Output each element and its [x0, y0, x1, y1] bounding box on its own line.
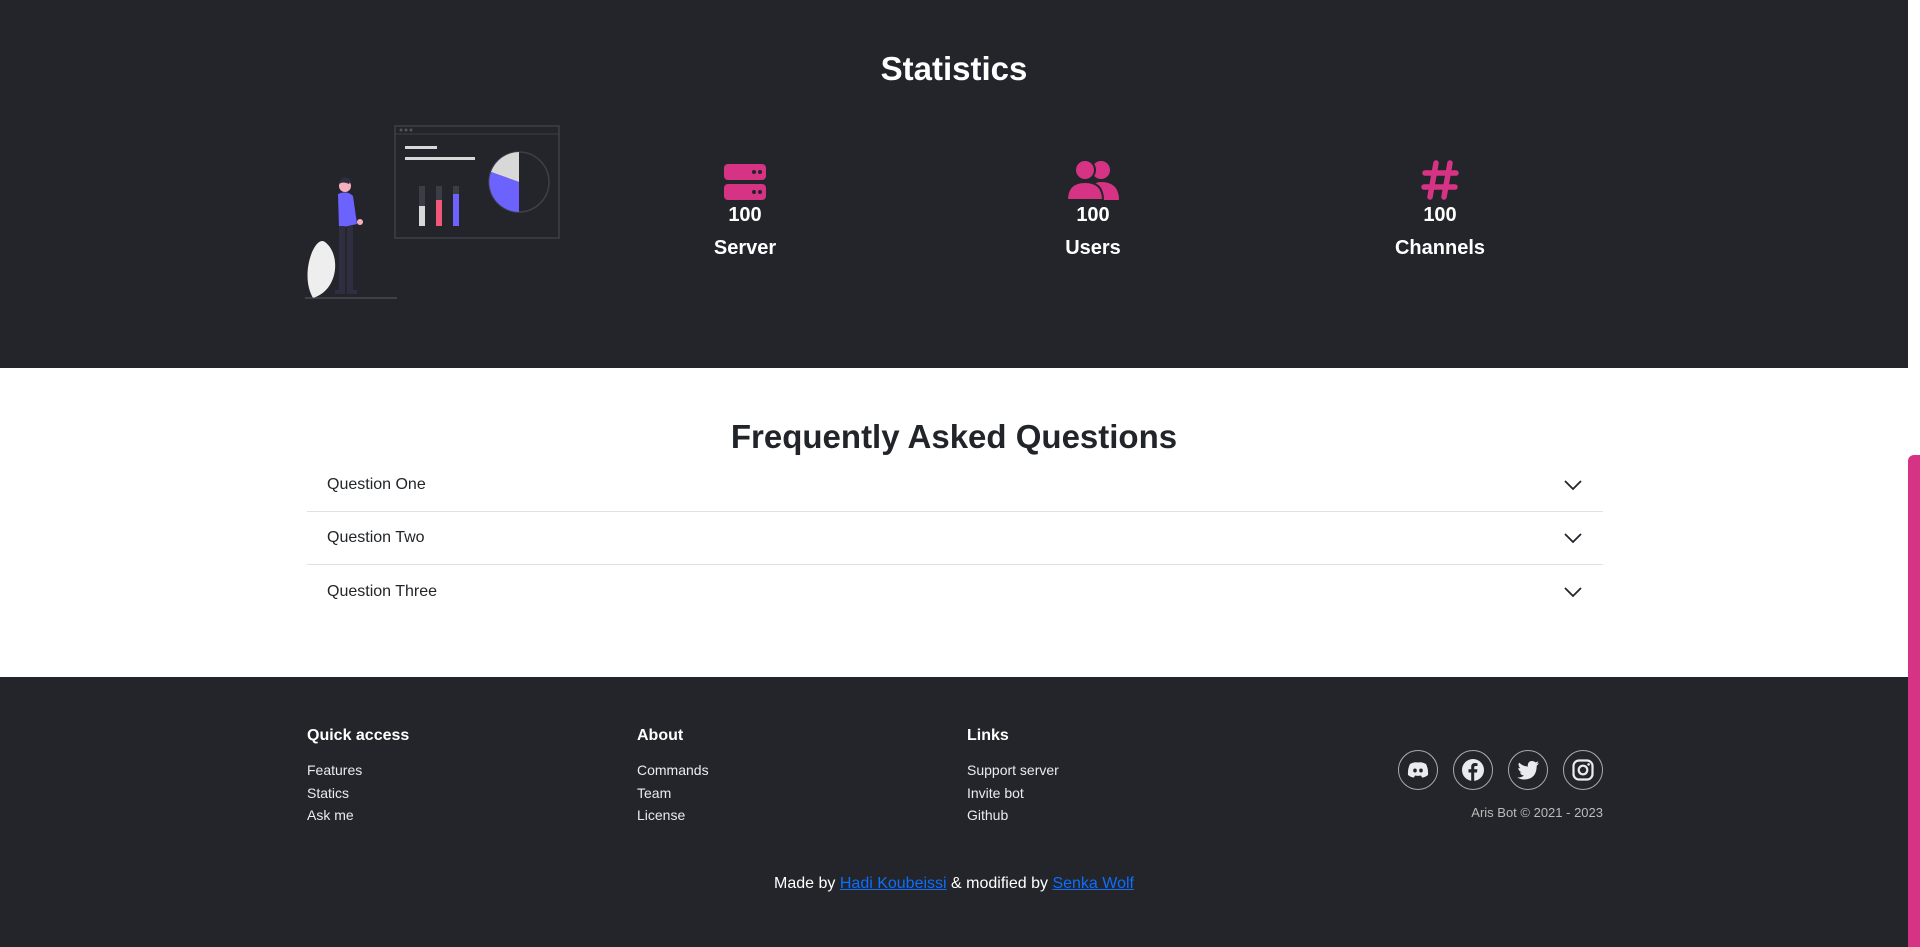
server-icon	[645, 158, 845, 200]
faq-accordion: Question One Question Two Question Three	[307, 459, 1603, 618]
faq-question-label: Question One	[327, 476, 426, 493]
faq-question-three[interactable]: Question Three	[307, 565, 1603, 618]
made-by-prefix: Made by	[774, 875, 836, 892]
facebook-button[interactable]	[1453, 750, 1493, 790]
modified-by-text: & modified by	[951, 875, 1048, 892]
faq-question-label: Question Two	[327, 529, 425, 546]
stat-users-value: 100	[1076, 204, 1110, 226]
footer-quick-access: Quick access Features Statics Ask me	[307, 727, 409, 827]
stat-channels-label: Channels	[1394, 237, 1486, 259]
stat-channels: 100 Channels	[1340, 158, 1540, 260]
hashtag-icon	[1340, 158, 1540, 200]
faq-section: Frequently Asked Questions Question One …	[0, 368, 1908, 677]
modifier-link[interactable]: Senka Wolf	[1052, 875, 1134, 892]
statistics-illustration	[305, 125, 560, 299]
instagram-button[interactable]	[1563, 750, 1603, 790]
footer-about: About Commands Team License	[637, 727, 709, 827]
footer-link-ask-me[interactable]: Ask me	[307, 804, 409, 827]
scrollbar-thumb[interactable]	[1908, 455, 1920, 947]
twitter-icon	[1517, 761, 1539, 780]
statistics-section: Statistics 100 Server 100 Users 100 Chan…	[0, 0, 1908, 368]
footer-links-title: Links	[967, 727, 1009, 744]
stat-server-value: 100	[728, 204, 762, 226]
footer-link-features[interactable]: Features	[307, 759, 409, 782]
footer-link-statics[interactable]: Statics	[307, 782, 409, 805]
footer: Quick access Features Statics Ask me Abo…	[0, 677, 1908, 947]
twitter-button[interactable]	[1508, 750, 1548, 790]
chevron-down-icon	[1564, 480, 1582, 491]
stat-server-label: Server	[713, 237, 777, 259]
footer-link-invite-bot[interactable]: Invite bot	[967, 782, 1059, 805]
users-icon	[993, 158, 1193, 200]
chevron-down-icon	[1564, 533, 1582, 544]
footer-link-github[interactable]: Github	[967, 804, 1059, 827]
footer-link-commands[interactable]: Commands	[637, 759, 709, 782]
faq-question-two[interactable]: Question Two	[307, 512, 1603, 565]
footer-about-title: About	[637, 727, 684, 744]
faq-title: Frequently Asked Questions	[730, 418, 1178, 455]
stat-channels-value: 100	[1423, 204, 1457, 226]
statistics-title: Statistics	[880, 50, 1028, 87]
social-links	[1398, 750, 1603, 790]
footer-link-license[interactable]: License	[637, 804, 709, 827]
discord-icon	[1407, 762, 1429, 778]
made-by-credit: Made by Hadi Koubeissi & modified by Sen…	[0, 875, 1908, 893]
footer-links: Links Support server Invite bot Github	[967, 727, 1059, 827]
footer-link-support-server[interactable]: Support server	[967, 759, 1059, 782]
author-link[interactable]: Hadi Koubeissi	[840, 875, 947, 892]
stat-users: 100 Users	[993, 158, 1193, 260]
instagram-icon	[1572, 759, 1594, 781]
faq-question-one[interactable]: Question One	[307, 459, 1603, 512]
discord-button[interactable]	[1398, 750, 1438, 790]
footer-quick-access-title: Quick access	[307, 727, 410, 744]
stat-server: 100 Server	[645, 158, 845, 260]
faq-question-label: Question Three	[327, 582, 437, 600]
page-scrollbar[interactable]	[1908, 0, 1920, 947]
footer-link-team[interactable]: Team	[637, 782, 709, 805]
copyright: Aris Bot © 2021 - 2023	[1471, 805, 1603, 820]
stat-users-label: Users	[1065, 237, 1121, 259]
facebook-icon	[1462, 759, 1484, 781]
chevron-down-icon	[1564, 586, 1582, 597]
